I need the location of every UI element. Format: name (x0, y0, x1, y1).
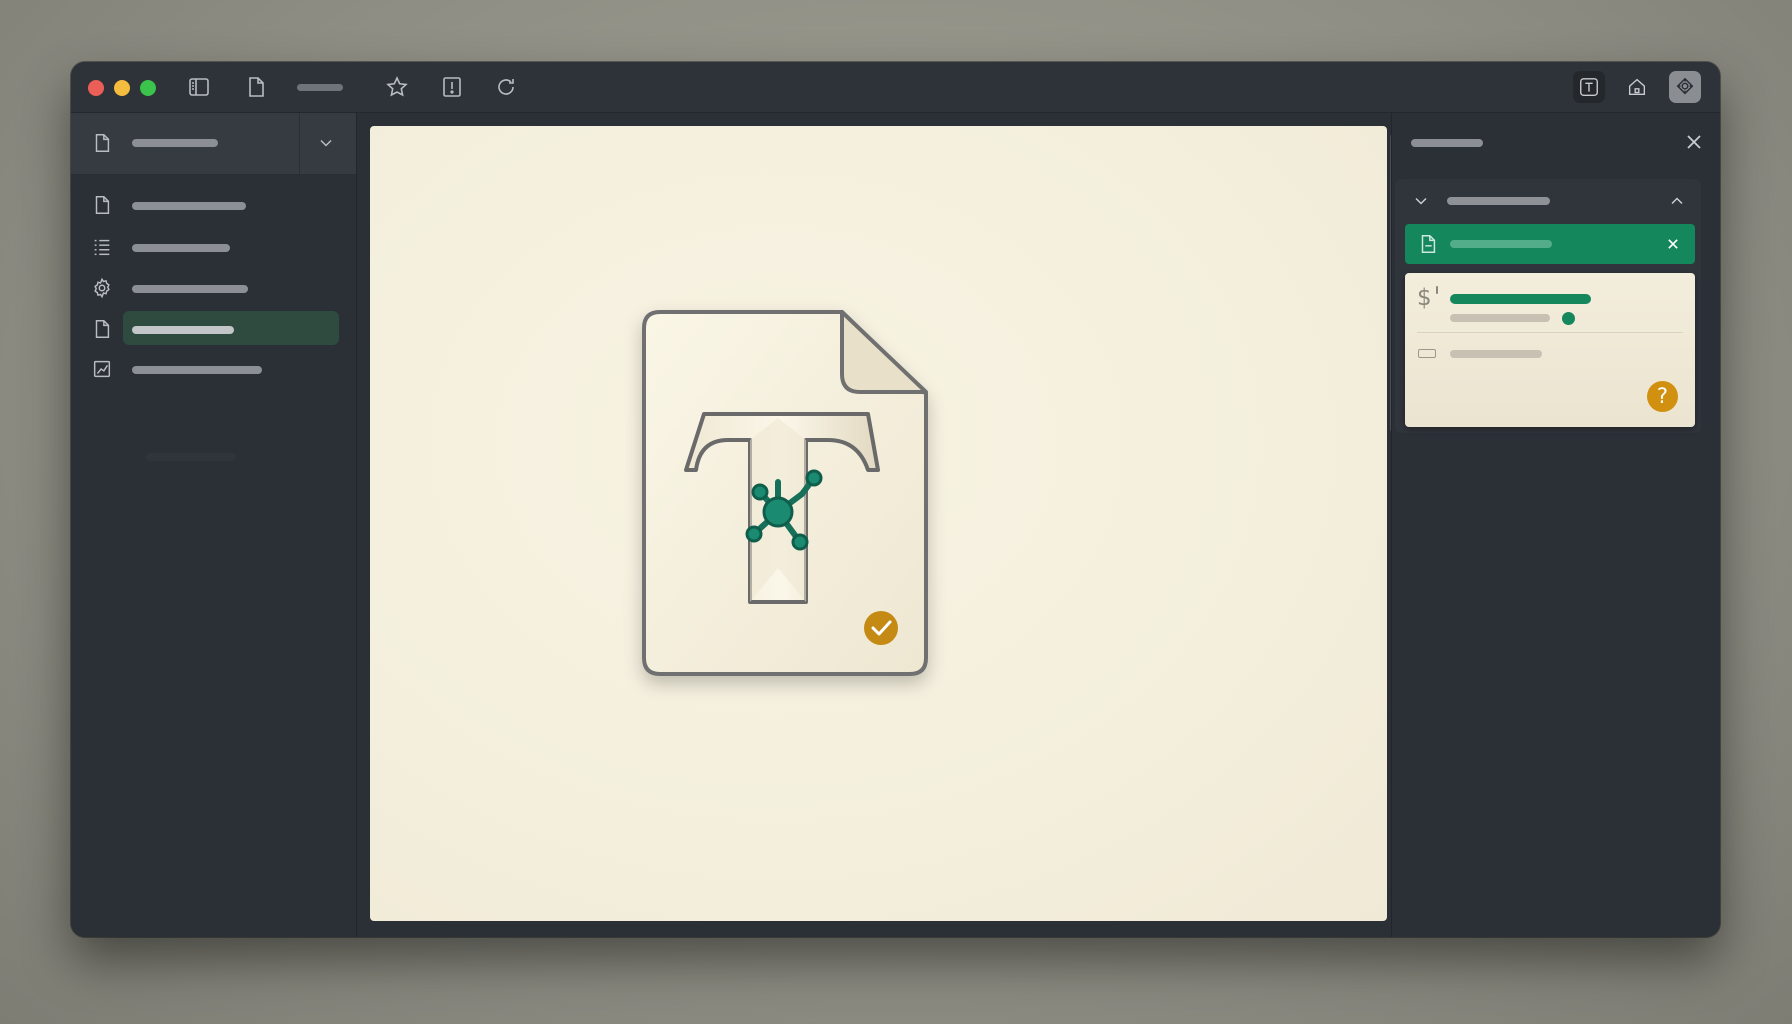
minimize-window-button[interactable] (114, 80, 130, 96)
text-document-network-icon (642, 310, 938, 692)
chevron-down-icon[interactable] (1411, 191, 1431, 211)
active-document-item[interactable] (1405, 224, 1695, 264)
document-icon (91, 194, 113, 216)
close-icon[interactable] (1663, 234, 1683, 254)
sidebar-item-document[interactable] (71, 187, 356, 223)
sidebar-item-label (132, 366, 262, 374)
sidebar-item-label (132, 202, 246, 210)
right-panel-title (1411, 139, 1483, 147)
list-icon (91, 236, 113, 258)
active-item-label (1450, 240, 1552, 248)
sidebar-header-divider (299, 113, 300, 174)
right-panel: $ ? (1391, 113, 1720, 937)
detail-card: $ ? (1405, 273, 1695, 427)
zoom-window-button[interactable] (140, 80, 156, 96)
alert-icon[interactable] (440, 75, 464, 99)
text-tool-icon[interactable] (1573, 71, 1605, 103)
sidebar-header-title (132, 139, 218, 147)
document-icon (1417, 233, 1439, 255)
document-page (370, 126, 1387, 921)
right-panel-group: $ ? (1395, 179, 1701, 433)
group-header-label (1447, 197, 1550, 205)
chevron-up-icon[interactable] (1667, 191, 1687, 211)
extension-icon[interactable] (1669, 71, 1701, 103)
status-dot (1562, 312, 1575, 325)
gear-icon (91, 277, 113, 299)
document-icon[interactable] (244, 75, 268, 99)
dollar-tick (1436, 286, 1438, 294)
sidebar-item-settings[interactable] (71, 270, 356, 306)
home-icon[interactable] (1621, 71, 1653, 103)
sidebar-item-chart[interactable] (71, 351, 356, 387)
sidebar-item-active[interactable] (71, 311, 356, 347)
card-secondary-line (1450, 314, 1550, 322)
card-primary-line (1450, 294, 1591, 304)
chart-icon (91, 358, 113, 380)
sidebar-item-label (132, 285, 248, 293)
chevron-down-icon[interactable] (316, 133, 336, 153)
field-icon (1418, 349, 1436, 358)
close-icon[interactable] (1682, 130, 1706, 154)
help-icon[interactable]: ? (1647, 381, 1678, 412)
sidebar-item-outline[interactable] (71, 229, 356, 265)
title-bar (71, 62, 1720, 113)
sidebar-item-label (132, 326, 234, 334)
document-icon (91, 318, 113, 340)
close-window-button[interactable] (88, 80, 104, 96)
card-field-line[interactable] (1450, 350, 1542, 358)
dollar-icon: $ (1417, 285, 1432, 311)
sidebar-faded-item (146, 453, 236, 461)
sidebar-item-label (132, 244, 230, 252)
sidebar (71, 113, 357, 937)
sidebar-header[interactable] (71, 113, 356, 175)
sidebar-toggle-icon[interactable] (187, 75, 211, 99)
app-window: $ ? (71, 62, 1720, 937)
card-divider (1417, 332, 1683, 333)
main-content (357, 113, 1398, 937)
star-icon[interactable] (385, 75, 409, 99)
document-icon (91, 132, 113, 154)
address-bar-placeholder[interactable] (297, 84, 343, 91)
reload-icon[interactable] (494, 75, 518, 99)
